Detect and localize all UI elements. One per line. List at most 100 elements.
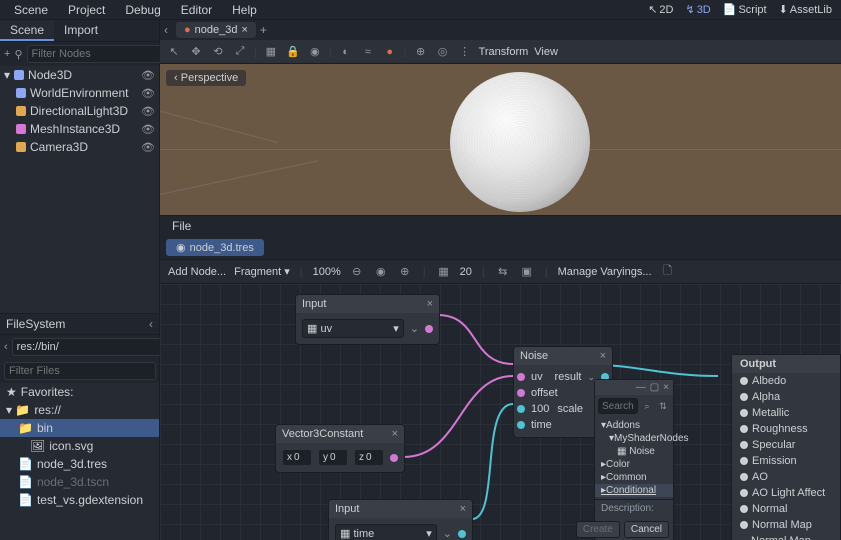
lock-icon[interactable]: 🔒 [285,44,301,60]
mode-2d[interactable]: ↖2D [643,1,678,18]
menu-editor[interactable]: Editor [171,1,222,19]
output-port[interactable] [458,530,466,538]
add-node-icon[interactable]: + [4,46,10,62]
input-port[interactable] [740,425,748,433]
grid-size[interactable]: 20 [460,266,472,278]
tree-item[interactable]: MeshInstance3D👁 [0,120,159,138]
y-input[interactable]: y0 [318,449,348,466]
vis-icon[interactable]: 👁 [141,141,155,154]
path-input[interactable] [12,338,164,356]
menu-scene[interactable]: Scene [4,1,58,19]
active-file-tab[interactable]: ◉ node_3d.tres [166,239,264,256]
popup-category[interactable]: ▸Conditional [595,484,673,497]
filter-nodes-input[interactable] [27,45,179,63]
zoom-reset-icon[interactable]: ◉ [373,264,389,280]
tree-root[interactable]: ▾ Node3D 👁 [0,66,159,84]
tab-scene[interactable]: Scene [0,20,54,41]
vis-icon[interactable]: 👁 [141,87,155,100]
zoom-in-icon[interactable]: ⊕ [397,264,413,280]
vis-icon[interactable]: 👁 [141,123,155,136]
create-button[interactable]: Create [576,521,620,538]
node-output[interactable]: Output AlbedoAlphaMetallicRoughnessSpecu… [731,354,841,540]
tool-icon[interactable]: ◐ [338,44,354,60]
transform-menu[interactable]: Transform [479,46,529,58]
node-input-uv[interactable]: Input× ▦ uv▾ ⌄ [295,294,440,345]
input-port[interactable] [517,373,525,381]
menu-project[interactable]: Project [58,1,115,19]
select-icon[interactable]: ↖ [166,44,182,60]
input-port[interactable] [740,409,748,417]
grid-icon[interactable]: ▦ [436,264,452,280]
popup-category[interactable]: ▸Color [595,458,673,471]
input-port[interactable] [740,377,748,385]
output-port[interactable] [390,454,398,462]
add-tab-icon[interactable]: + [260,23,267,37]
mode-3d[interactable]: ↯3D [680,1,715,18]
node-input-time[interactable]: Input× ▦ time▾ ⌄ [328,499,473,540]
close-icon[interactable]: × [241,24,247,36]
tool-icon[interactable]: ≈ [360,44,376,60]
output-port-row[interactable]: Roughness [732,421,840,437]
fs-file[interactable]: 📄 node_3d.tscn [0,473,159,491]
vis-icon[interactable]: 👁 [141,105,155,118]
filter-files-input[interactable] [4,362,156,380]
tool-icon[interactable]: ◉ [307,44,323,60]
more-icon[interactable]: ⋮ [457,44,473,60]
mode-assetlib[interactable]: ⬇AssetLib [774,1,837,18]
collapse-icon[interactable]: ▾ [4,68,10,82]
prev-tab-icon[interactable]: ‹ [164,23,168,37]
input-port[interactable] [740,457,748,465]
move-icon[interactable]: ✥ [188,44,204,60]
close-icon[interactable]: × [663,382,669,393]
close-icon[interactable]: × [600,350,606,362]
fs-folder[interactable]: 📁 bin [0,419,159,437]
min-icon[interactable]: — [636,382,646,393]
fs-file[interactable]: 📄 test_vs.gdextension [0,491,159,509]
tool-icon[interactable]: ● [382,44,398,60]
output-port-row[interactable]: AO Light Affect [732,485,840,501]
input-port[interactable] [517,421,525,429]
input-type-dropdown[interactable]: ▦ uv▾ [302,319,404,338]
output-port-row[interactable]: Metallic [732,405,840,421]
z-input[interactable]: z0 [354,449,384,466]
scale-icon[interactable]: ⤢ [232,44,248,60]
output-port-row[interactable]: Emission [732,453,840,469]
x-input[interactable]: x0 [282,449,312,466]
fs-file[interactable]: 📄 node_3d.tres [0,455,159,473]
viewport-3d[interactable]: ‹ Perspective [160,64,841,216]
manage-varyings-button[interactable]: Manage Varyings... [558,266,652,278]
output-port-row[interactable]: Normal Map Depth [732,533,840,540]
output-port-row[interactable]: Albedo [732,373,840,389]
popup-category[interactable]: ▾MyShaderNodes [595,432,673,445]
search-icon[interactable]: ⌕ [640,398,654,414]
output-port-row[interactable]: AO [732,469,840,485]
rotate-icon[interactable]: ⟲ [210,44,226,60]
add-node-button[interactable]: Add Node... [168,266,226,278]
output-port-row[interactable]: Specular [732,437,840,453]
zoom-label[interactable]: 100% [313,266,341,278]
input-type-dropdown[interactable]: ▦ time▾ [335,524,437,540]
input-port[interactable] [517,389,525,397]
close-icon[interactable]: × [427,298,433,310]
tool-icon[interactable]: ⇆ [495,264,511,280]
vis-icon[interactable]: 👁 [141,69,155,82]
cancel-button[interactable]: Cancel [624,521,669,538]
perspective-label[interactable]: ‹ Perspective [166,70,246,86]
input-port[interactable] [740,441,748,449]
input-port[interactable] [517,405,525,413]
input-port[interactable] [740,521,748,529]
tool-icon[interactable]: ⊕ [413,44,429,60]
fs-file[interactable]: 🖼 icon.svg [0,437,159,455]
output-port-row[interactable]: Alpha [732,389,840,405]
tool-icon[interactable]: ◎ [435,44,451,60]
tool-icon[interactable]: 🗋 [660,264,676,280]
close-icon[interactable]: × [460,503,466,515]
tool-icon[interactable]: ▦ [263,44,279,60]
zoom-out-icon[interactable]: ⊖ [349,264,365,280]
link-icon[interactable]: ⚲ [14,46,22,62]
max-icon[interactable]: ▢ [650,382,659,393]
popup-titlebar[interactable]: — ▢ × [595,380,673,395]
tree-item[interactable]: DirectionalLight3D👁 [0,102,159,120]
close-icon[interactable]: × [392,428,398,440]
mode-script[interactable]: 📄Script [718,1,772,18]
